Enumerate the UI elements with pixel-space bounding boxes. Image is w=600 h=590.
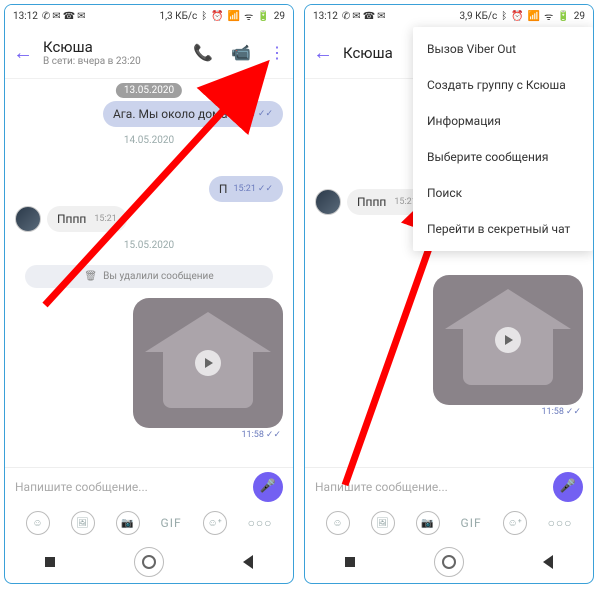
menu-item-info[interactable]: Информация — [413, 103, 593, 139]
gallery-icon[interactable]: 🖼 — [371, 511, 395, 535]
message-time: 11:58 — [541, 407, 563, 417]
nav-home-icon[interactable] — [434, 547, 464, 577]
read-icon: ✓✓ — [258, 184, 273, 194]
input-bar: Напишите сообщение... 🎤 — [5, 467, 293, 505]
status-bar: 13:12 ✆✉☎✉ 3,9 КБ/с ᛒ ⏰ 📶 ᯤ 🔋 29 — [305, 5, 593, 27]
message-time: 10:41 — [233, 109, 255, 119]
gif-icon[interactable]: GIF — [461, 511, 482, 535]
menu-item-secret-chat[interactable]: Перейти в секретный чат — [413, 211, 593, 247]
play-icon[interactable] — [195, 350, 221, 376]
mic-button[interactable]: 🎤 — [253, 472, 283, 502]
battery-icon: 🔋 — [257, 11, 269, 22]
nav-recent-icon[interactable] — [45, 557, 55, 567]
more-icon[interactable]: ○○○ — [248, 511, 273, 535]
bluetooth-icon: ᛒ — [501, 11, 507, 22]
message-time: 11:58 — [241, 430, 263, 440]
status-rate: 3,9 КБ/с — [459, 11, 497, 22]
chat-area[interactable]: 13.05.2020 Ага. Мы около дома 10:41 ✓✓ 1… — [5, 79, 293, 467]
wifi-icon: ᯤ — [544, 9, 553, 23]
nav-back-icon[interactable] — [543, 555, 553, 569]
status-app-icons: ✆✉☎✉ — [42, 11, 86, 22]
signal-icon: 📶 — [528, 11, 540, 22]
message-time: 15:21 — [94, 214, 116, 224]
emoji-plus-icon[interactable]: ☺⁺ — [503, 511, 527, 535]
read-icon: ✓✓ — [266, 430, 281, 440]
message-in-row[interactable]: Пппп 15:21 — [15, 206, 283, 232]
nav-home-icon[interactable] — [134, 547, 164, 577]
message-text: Пппп — [57, 212, 86, 226]
menu-item-create-group[interactable]: Создать группу с Ксюша — [413, 67, 593, 103]
read-icon: ✓✓ — [258, 109, 273, 119]
date-separator: 15.05.2020 — [15, 240, 283, 251]
sticker-icon[interactable]: ☺ — [26, 511, 50, 535]
attachment-row: ☺ 🖼 📷 GIF ☺⁺ ○○○ — [5, 505, 293, 541]
chat-title[interactable]: Ксюша — [43, 38, 183, 56]
camera-icon[interactable]: 📷 — [416, 511, 440, 535]
trash-icon: 🗑 — [84, 271, 97, 282]
call-icon[interactable]: 📞 — [193, 43, 213, 62]
system-text: Вы удалили сообщение — [103, 271, 214, 282]
status-time: 13:12 — [13, 11, 38, 22]
nav-recent-icon[interactable] — [345, 557, 355, 567]
input-bar: Напишите сообщение... 🎤 — [305, 467, 593, 505]
message-in[interactable]: Пппп 15:21 — [47, 206, 127, 232]
chat-header: ← Ксюша В сети: вчера в 23:20 📞 📹 ⋮ — [5, 27, 293, 79]
avatar[interactable] — [315, 189, 341, 215]
chat-subtitle: В сети: вчера в 23:20 — [43, 56, 183, 67]
emoji-plus-icon[interactable]: ☺⁺ — [203, 511, 227, 535]
mic-button[interactable]: 🎤 — [553, 472, 583, 502]
system-message: 🗑 Вы удалили сообщение — [25, 265, 273, 288]
battery-pct: 29 — [574, 11, 585, 22]
status-bar: 13:12 ✆✉☎✉ 1,3 КБ/с ᛒ ⏰ 📶 ᯤ 🔋 29 — [5, 5, 293, 27]
message-text: Пппп — [357, 195, 386, 209]
battery-icon: 🔋 — [557, 11, 569, 22]
message-media-out[interactable]: 11:58 ✓✓ — [133, 298, 283, 440]
nav-bar — [305, 541, 593, 583]
status-app-icons: ✆✉☎✉ — [342, 11, 386, 22]
overflow-menu: Вызов Viber Out Создать группу с Ксюша И… — [413, 27, 593, 251]
back-icon[interactable]: ← — [313, 40, 333, 65]
message-media-out[interactable]: 11:58 ✓✓ — [433, 275, 583, 417]
menu-item-viber-out[interactable]: Вызов Viber Out — [413, 31, 593, 67]
message-text: Ага. Мы около дома — [113, 107, 228, 121]
message-time: 15:21 — [233, 184, 255, 194]
nav-bar — [5, 541, 293, 583]
bluetooth-icon: ᛒ — [201, 11, 207, 22]
alarm-icon: ⏰ — [211, 11, 223, 22]
phone-left: 13:12 ✆✉☎✉ 1,3 КБ/с ᛒ ⏰ 📶 ᯤ 🔋 29 ← Ксюша… — [4, 4, 294, 584]
read-icon: ✓✓ — [566, 407, 581, 417]
battery-pct: 29 — [274, 11, 285, 22]
message-input[interactable]: Напишите сообщение... — [315, 480, 545, 494]
video-icon[interactable]: 📹 — [231, 43, 251, 62]
nav-back-icon[interactable] — [243, 555, 253, 569]
gallery-icon[interactable]: 🖼 — [71, 511, 95, 535]
back-icon[interactable]: ← — [13, 40, 33, 65]
menu-item-search[interactable]: Поиск — [413, 175, 593, 211]
gif-icon[interactable]: GIF — [161, 511, 182, 535]
wifi-icon: ᯤ — [244, 9, 253, 23]
sticker-icon[interactable]: ☺ — [326, 511, 350, 535]
menu-item-select-messages[interactable]: Выберите сообщения — [413, 139, 593, 175]
message-input[interactable]: Напишите сообщение... — [15, 480, 245, 494]
avatar[interactable] — [15, 206, 41, 232]
message-out[interactable]: П 15:21 ✓✓ — [209, 176, 283, 202]
more-icon[interactable]: ○○○ — [548, 511, 573, 535]
attachment-row: ☺ 🖼 📷 GIF ☺⁺ ○○○ — [305, 505, 593, 541]
date-separator: 14.05.2020 — [15, 135, 283, 146]
menu-icon[interactable]: ⋮ — [269, 43, 285, 62]
play-icon[interactable] — [495, 327, 521, 353]
alarm-icon: ⏰ — [511, 11, 523, 22]
phone-right: 13:12 ✆✉☎✉ 3,9 КБ/с ᛒ ⏰ 📶 ᯤ 🔋 29 ← Ксюша… — [304, 4, 594, 584]
status-rate: 1,3 КБ/с — [159, 11, 197, 22]
camera-icon[interactable]: 📷 — [116, 511, 140, 535]
signal-icon: 📶 — [228, 11, 240, 22]
date-badge: 13.05.2020 — [116, 83, 182, 98]
message-out[interactable]: Ага. Мы около дома 10:41 ✓✓ — [103, 101, 283, 127]
status-time: 13:12 — [313, 11, 338, 22]
message-text: П — [219, 182, 228, 196]
